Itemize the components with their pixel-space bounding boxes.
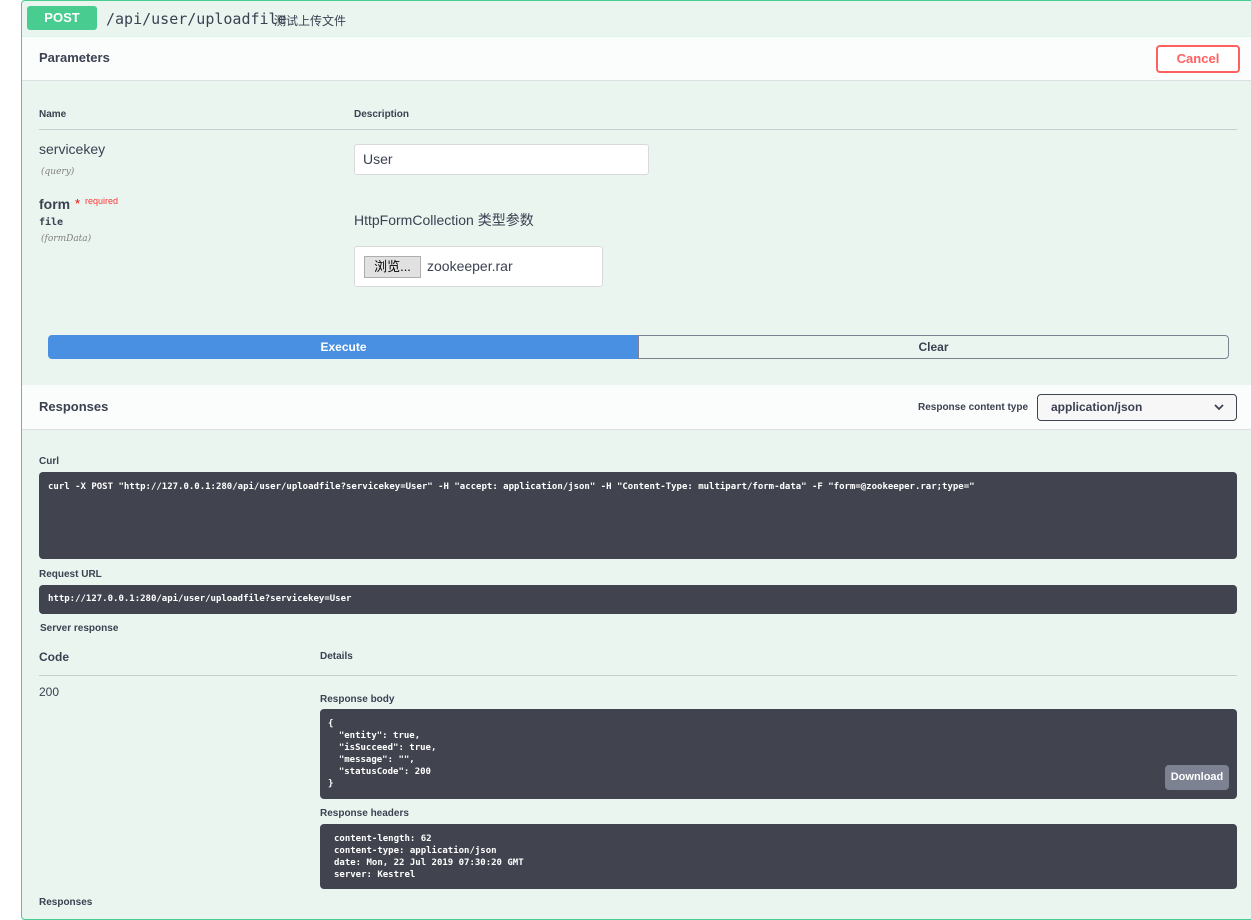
server-response-label: Server response (40, 623, 119, 634)
http-method-badge: POST (27, 6, 97, 30)
responses-footer-title: Responses (39, 897, 93, 908)
response-headers-block[interactable]: content-length: 62 content-type: applica… (320, 824, 1237, 889)
curl-command-block[interactable]: curl -X POST "http://127.0.0.1:280/api/u… (39, 472, 1237, 559)
response-body-block[interactable]: { "entity": true, "isSucceed": true, "me… (320, 709, 1237, 799)
required-label: required (85, 196, 119, 206)
table-header-divider (39, 129, 1237, 130)
operation-path: /api/user/uploadfile (106, 10, 287, 28)
param-name-form: form (39, 196, 71, 212)
code-column-header: Code (39, 650, 69, 664)
response-status-code: 200 (39, 685, 60, 699)
response-body-label: Response body (320, 694, 395, 705)
column-header-description: Description (354, 109, 410, 120)
curl-label: Curl (39, 456, 59, 467)
param-name-servicekey: servicekey (39, 141, 106, 157)
response-headers-label: Response headers (320, 808, 409, 819)
operation-summary-text: 测试上传文件 (274, 14, 347, 28)
responses-title: Responses (39, 399, 109, 414)
param-description-form: HttpFormCollection 类型参数 (354, 212, 534, 228)
operation-summary[interactable]: POST /api/user/uploadfile 测试上传文件 (22, 1, 1251, 37)
chevron-down-icon (1214, 404, 1224, 411)
execute-button[interactable]: Execute (48, 335, 639, 359)
operation-block: POST /api/user/uploadfile 测试上传文件 Paramet… (21, 0, 1251, 920)
details-column-header: Details (320, 651, 353, 662)
param-location-formdata: (formData) (41, 234, 92, 244)
param-type-file: file (39, 217, 64, 228)
download-button[interactable]: Download (1165, 765, 1229, 790)
request-url-label: Request URL (39, 569, 102, 580)
response-table-divider (39, 675, 1237, 676)
parameters-header: Parameters Cancel (22, 36, 1251, 81)
request-url-block[interactable]: http://127.0.0.1:280/api/user/uploadfile… (39, 585, 1237, 614)
browse-button[interactable]: 浏览... (364, 256, 421, 278)
selected-file-name: zookeeper.rar (427, 258, 513, 274)
response-content-type-select[interactable]: application/json (1037, 394, 1237, 421)
servicekey-input[interactable]: User (354, 144, 649, 175)
column-header-name: Name (39, 109, 67, 120)
cancel-button[interactable]: Cancel (1156, 45, 1240, 73)
response-content-type-label: Response content type (918, 402, 1029, 413)
required-marker: * (75, 196, 81, 211)
clear-button[interactable]: Clear (638, 335, 1229, 359)
param-location-query: (query) (41, 167, 75, 177)
parameters-title: Parameters (39, 50, 110, 65)
file-upload-field: 浏览... zookeeper.rar (354, 246, 603, 287)
response-content-type-value: application/json (1051, 400, 1143, 414)
